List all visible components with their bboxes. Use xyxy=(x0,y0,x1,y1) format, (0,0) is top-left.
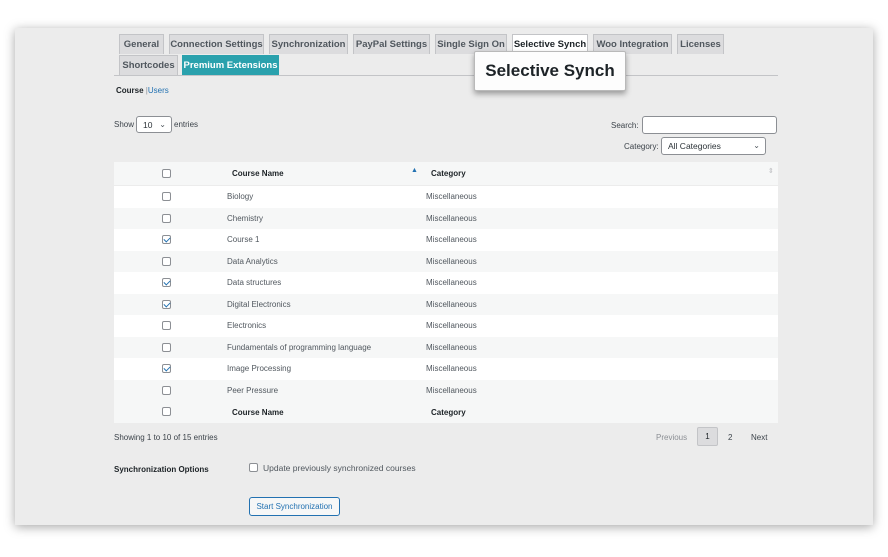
selective-synch-callout: Selective Synch xyxy=(474,51,626,91)
category-select[interactable]: All Categories ⌄ xyxy=(661,137,766,155)
row-checkbox[interactable] xyxy=(162,235,171,244)
course-category: Miscellaneous xyxy=(426,256,477,266)
chevron-down-icon: ⌄ xyxy=(159,120,166,129)
course-category: Miscellaneous xyxy=(426,342,477,352)
course-name: Biology xyxy=(227,192,254,201)
row-checkbox[interactable] xyxy=(162,192,171,201)
course-category: Miscellaneous xyxy=(426,299,477,309)
tabs-divider xyxy=(114,75,778,76)
tab-paypal-settings[interactable]: PayPal Settings xyxy=(353,34,430,54)
table-row: Peer Pressure Miscellaneous xyxy=(114,379,778,401)
update-synced-label: Update previously synchronized courses xyxy=(263,463,416,473)
table-row: Image Processing Miscellaneous xyxy=(114,358,778,380)
table-header: Course Name ▲ Category ⇕ xyxy=(114,162,778,185)
table-row: Electronics Miscellaneous xyxy=(114,315,778,337)
category-label: Category: xyxy=(624,142,659,151)
search-label: Search: xyxy=(611,121,639,130)
select-all-checkbox-footer[interactable] xyxy=(162,407,171,416)
course-category: Miscellaneous xyxy=(426,235,477,244)
page-1-label: 1 xyxy=(705,432,710,441)
pagination-page-1[interactable]: 1 xyxy=(697,427,718,446)
table-row: Chemistry Miscellaneous xyxy=(114,207,778,229)
row-checkbox[interactable] xyxy=(162,364,171,373)
row-checkbox[interactable] xyxy=(162,321,171,330)
course-name: Peer Pressure xyxy=(227,385,279,395)
course-category: Miscellaneous xyxy=(426,278,477,287)
tab-premium-extensions[interactable]: Premium Extensions xyxy=(182,55,279,75)
category-value: All Categories xyxy=(668,141,721,151)
table-row: Fundamentals of programming language Misc… xyxy=(114,336,778,358)
course-name: Data Analytics xyxy=(227,256,278,266)
row-checkbox[interactable] xyxy=(162,256,171,266)
row-checkbox[interactable] xyxy=(162,278,171,287)
sync-options-label: Synchronization Options xyxy=(114,465,209,474)
table-row: Data structures Miscellaneous xyxy=(114,272,778,294)
table-footer: Course Name Category xyxy=(114,401,778,423)
table-row: Digital Electronics Miscellaneous xyxy=(114,293,778,315)
subnav-course[interactable]: Course xyxy=(116,86,144,95)
entries-select[interactable]: 10 ⌄ xyxy=(136,116,172,133)
pagination-next[interactable]: Next xyxy=(751,433,767,442)
table-row: Course 1 Miscellaneous xyxy=(114,229,778,251)
tab-general[interactable]: General xyxy=(119,34,164,54)
subnav-users[interactable]: Users xyxy=(148,86,169,95)
pagination-previous[interactable]: Previous xyxy=(656,433,687,442)
row-checkbox[interactable] xyxy=(162,385,171,395)
footer-course-name: Course Name xyxy=(232,408,284,417)
tab-licenses[interactable]: Licenses xyxy=(677,34,724,54)
table-info: Showing 1 to 10 of 15 entries xyxy=(114,433,218,442)
start-synchronization-button[interactable]: Start Synchronization xyxy=(249,497,340,516)
update-synced-checkbox[interactable] xyxy=(249,463,258,472)
tab-shortcodes[interactable]: Shortcodes xyxy=(119,55,178,75)
course-name: Electronics xyxy=(227,321,267,330)
course-category: Miscellaneous xyxy=(426,192,477,201)
chevron-down-icon: ⌄ xyxy=(753,141,760,150)
course-name: Data structures xyxy=(227,278,282,287)
table-row: Biology Miscellaneous xyxy=(114,186,778,208)
row-checkbox[interactable] xyxy=(162,299,171,309)
subnav: Course |Users xyxy=(116,86,169,95)
course-name: Course 1 xyxy=(227,235,260,244)
course-name: Image Processing xyxy=(227,364,292,373)
course-category: Miscellaneous xyxy=(426,321,477,330)
entries-value: 10 xyxy=(143,120,153,130)
search-input[interactable] xyxy=(642,116,777,134)
table-row: Data Analytics Miscellaneous xyxy=(114,250,778,272)
sort-asc-icon[interactable]: ▲ xyxy=(411,167,418,174)
course-name: Chemistry xyxy=(227,213,264,223)
select-all-checkbox[interactable] xyxy=(162,169,171,178)
row-checkbox[interactable] xyxy=(162,213,171,223)
course-category: Miscellaneous xyxy=(426,364,477,373)
sort-both-icon[interactable]: ⇕ xyxy=(768,167,774,175)
row-checkbox[interactable] xyxy=(162,342,171,352)
pagination-page-2[interactable]: 2 xyxy=(728,433,732,442)
entries-label: entries xyxy=(174,120,199,129)
course-name: Digital Electronics xyxy=(227,299,291,309)
course-name: Fundamentals of programming language xyxy=(227,342,372,352)
course-category: Miscellaneous xyxy=(426,213,477,223)
tab-synchronization[interactable]: Synchronization xyxy=(269,34,348,54)
column-course-name[interactable]: Course Name xyxy=(232,169,284,178)
course-category: Miscellaneous xyxy=(426,385,477,395)
tab-connection-settings[interactable]: Connection Settings xyxy=(169,34,264,54)
column-category[interactable]: Category xyxy=(431,169,466,178)
show-label: Show xyxy=(114,120,135,129)
footer-category: Category xyxy=(431,408,466,417)
